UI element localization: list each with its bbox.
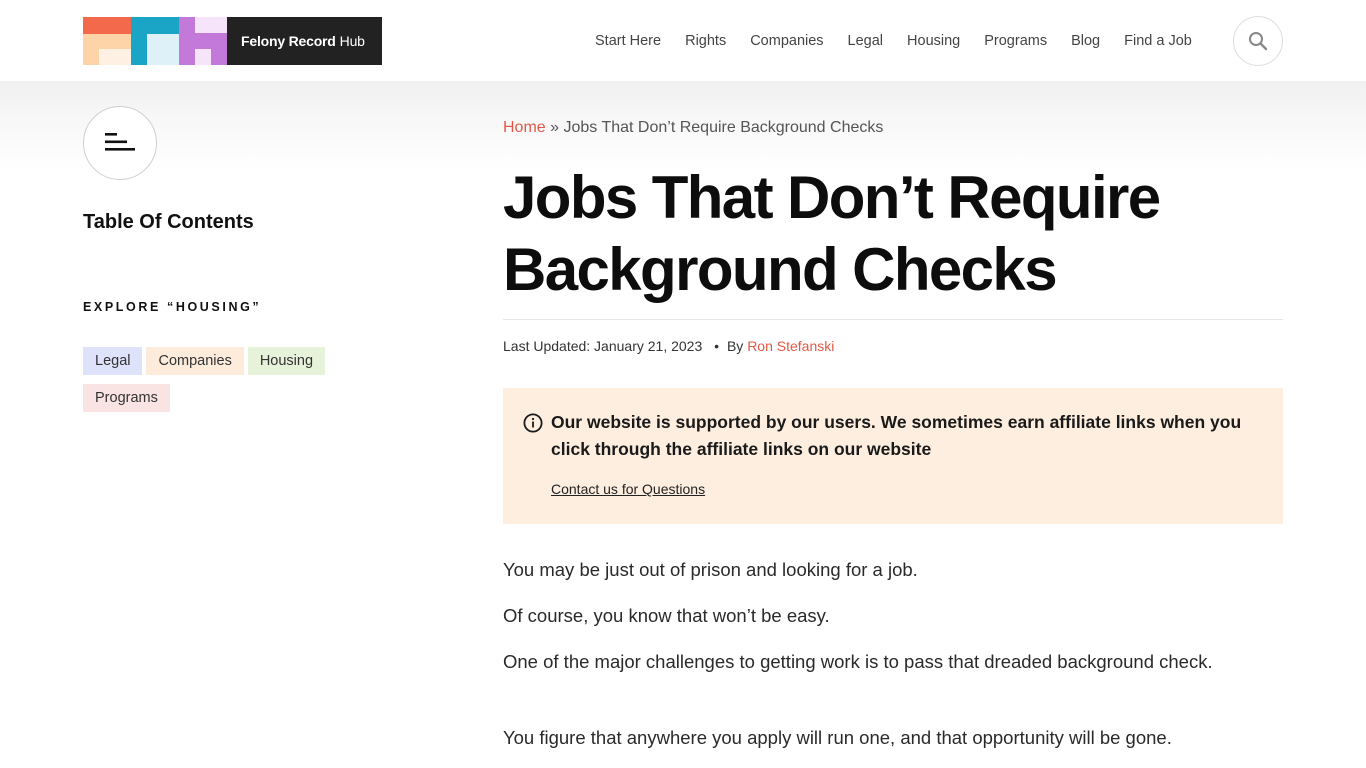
search-button[interactable] — [1233, 16, 1283, 66]
paragraph: You may be just out of prison and lookin… — [503, 559, 918, 580]
paragraph: You figure that anywhere you apply will … — [503, 727, 1172, 748]
tag-companies[interactable]: Companies — [146, 347, 244, 375]
tag-legal[interactable]: Legal — [83, 347, 143, 375]
by-label: By — [726, 338, 744, 354]
breadcrumb-current: Jobs That Don’t Require Background Check… — [563, 119, 884, 136]
article-meta: Last Updated: January 21, 2023 • By Ron … — [503, 338, 834, 354]
nav-rights[interactable]: Rights — [685, 33, 726, 49]
author-link[interactable]: Ron Stefanski — [747, 338, 834, 354]
category-tags: Legal Companies Housing Programs — [83, 347, 343, 412]
main-nav: Start Here Rights Companies Legal Housin… — [595, 33, 1216, 49]
page-title: Jobs That Don’t Require Background Check… — [503, 162, 1283, 306]
affiliate-notice-text: Our website is supported by our users. W… — [551, 412, 1242, 459]
nav-start-here[interactable]: Start Here — [595, 33, 661, 49]
paragraph: One of the major challenges to getting w… — [503, 651, 1213, 672]
affiliate-notice: Our website is supported by our users. W… — [503, 388, 1283, 524]
nav-companies[interactable]: Companies — [750, 33, 823, 49]
info-icon — [523, 413, 543, 433]
breadcrumb-home-link[interactable]: Home — [503, 119, 546, 136]
explore-heading: EXPLORE “HOUSING” — [83, 300, 262, 314]
tag-programs[interactable]: Programs — [83, 384, 170, 412]
title-divider — [503, 319, 1283, 320]
logo-text-bold: Felony Record — [241, 33, 336, 49]
meta-separator-dot: • — [714, 338, 720, 354]
page-title-line2: Background Checks — [503, 236, 1058, 303]
breadcrumb-separator: » — [550, 119, 560, 136]
page-title-line1: Jobs That Don’t Require — [503, 164, 1161, 231]
nav-housing[interactable]: Housing — [907, 33, 960, 49]
nav-blog[interactable]: Blog — [1071, 33, 1100, 49]
contact-link[interactable]: Contact us for Questions — [551, 481, 705, 497]
site-header: Felony Record Hub Start Here Rights Comp… — [0, 0, 1366, 81]
logo-text-light: Hub — [339, 33, 365, 49]
nav-legal[interactable]: Legal — [848, 33, 883, 49]
logo-mark — [83, 17, 227, 65]
toc-title: Table Of Contents — [83, 211, 254, 233]
nav-find-a-job[interactable]: Find a Job — [1124, 33, 1192, 49]
breadcrumb: Home » Jobs That Don’t Require Backgroun… — [503, 119, 883, 137]
tag-housing[interactable]: Housing — [247, 347, 326, 375]
logo-text: Felony Record Hub — [227, 17, 382, 65]
search-icon — [1249, 32, 1268, 51]
last-updated: Last Updated: January 21, 2023 — [503, 338, 703, 354]
site-logo[interactable]: Felony Record Hub — [83, 17, 382, 65]
toc-menu-icon — [105, 133, 135, 151]
paragraph: Of course, you know that won’t be easy. — [503, 605, 830, 626]
toc-toggle-button[interactable] — [83, 106, 157, 180]
nav-programs[interactable]: Programs — [984, 33, 1047, 49]
